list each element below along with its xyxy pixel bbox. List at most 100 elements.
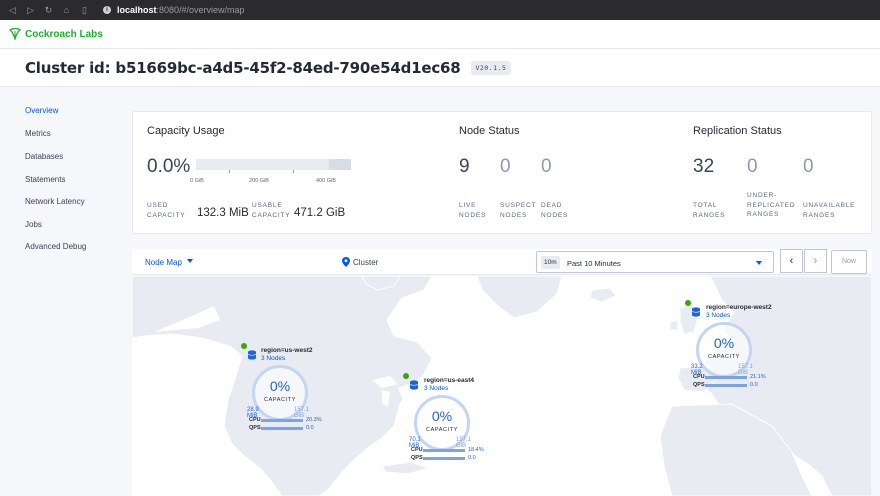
- region-qps-value: 0.0: [468, 455, 476, 461]
- location-pin-icon: [342, 257, 350, 267]
- sidebar-nav: Overview Metrics Databases Statements Ne…: [0, 87, 132, 496]
- site-info-icon[interactable]: i: [103, 6, 111, 14]
- region-cpu-value: 21.1%: [750, 374, 766, 380]
- replication-status-title: Replication Status: [693, 125, 782, 137]
- status-ok-icon: [403, 373, 409, 379]
- land-iceland: [589, 287, 617, 303]
- capacity-percent: 0.0%: [147, 156, 191, 177]
- cluster-summary-card: Capacity Usage 0.0% 0 GiB 200 GiB 400 Gi…: [132, 111, 872, 234]
- capacity-tick-mark: [293, 170, 294, 173]
- time-now-button[interactable]: Now: [831, 250, 867, 274]
- address-bar[interactable]: i localhost:8080/#/overview/map: [103, 5, 245, 15]
- region-cpu-value: 20.3%: [306, 417, 322, 423]
- time-range-badge: 10m: [541, 256, 560, 269]
- node-status-title: Node Status: [459, 125, 520, 137]
- capacity-label: CAPACITY: [264, 397, 296, 403]
- time-next-button[interactable]: ›: [804, 249, 827, 273]
- cockroach-logo[interactable]: Cockroach Labs: [9, 28, 103, 40]
- sidebar-item-network-latency[interactable]: Network Latency: [25, 197, 85, 206]
- node-map-dropdown[interactable]: Node Map: [145, 258, 182, 267]
- capacity-bar-reserved: [329, 159, 351, 170]
- live-nodes-label: LIVE NODES: [459, 202, 487, 219]
- land-caribbean: [381, 461, 430, 475]
- cpu-label: CPU: [693, 374, 705, 380]
- qps-label: QPS: [693, 382, 705, 388]
- region-node-count: 3 Nodes: [424, 385, 449, 392]
- url-host: localhost: [117, 5, 157, 15]
- sidebar-item-overview[interactable]: Overview: [25, 106, 58, 115]
- region-cpu-value: 18.4%: [468, 447, 484, 453]
- region-node-count: 3 Nodes: [261, 355, 286, 362]
- region-qps-value: 0.0: [306, 425, 314, 431]
- capacity-label: CAPACITY: [426, 427, 458, 433]
- usable-capacity-label: USABLE CAPACITY: [252, 202, 291, 219]
- region-qps-value: 0.0: [750, 382, 758, 388]
- total-ranges-label: TOTAL RANGES: [693, 202, 726, 219]
- capacity-tick-200: 200 GiB: [249, 178, 269, 184]
- chevron-down-icon: [756, 261, 762, 265]
- used-capacity-label: USED CAPACITY: [147, 202, 186, 219]
- capacity-tick-0: 0 GiB: [190, 178, 204, 184]
- sidebar-item-databases[interactable]: Databases: [25, 152, 63, 161]
- live-nodes-count: 9: [459, 156, 470, 177]
- capacity-label: CAPACITY: [708, 354, 740, 360]
- bookmark-icon[interactable]: ▯: [80, 5, 89, 16]
- cpu-sparkline: [705, 376, 747, 379]
- sidebar-item-advanced-debug[interactable]: Advanced Debug: [25, 242, 86, 251]
- time-prev-button[interactable]: ‹: [780, 249, 803, 273]
- land-ireland: [669, 319, 679, 331]
- time-range-select[interactable]: 10m Past 10 Minutes: [536, 251, 774, 273]
- land-greenland: [476, 276, 563, 319]
- unavailable-ranges-count: 0: [803, 156, 814, 177]
- sidebar-item-statements[interactable]: Statements: [25, 175, 65, 184]
- back-icon[interactable]: ◁: [8, 5, 17, 16]
- browser-toolbar: ◁ ▷ ↻ ⌂ ▯ i localhost:8080/#/overview/ma…: [0, 0, 880, 20]
- version-badge: V20.1.5: [470, 60, 512, 75]
- app-header: Cockroach Labs: [0, 20, 880, 49]
- qps-sparkline: [705, 384, 747, 387]
- node-map[interactable]: region=us-west2 3 Nodes 0% CAPACITY 28.9…: [132, 276, 872, 496]
- suspect-nodes-count: 0: [500, 156, 511, 177]
- total-ranges-count: 32: [693, 156, 715, 177]
- status-ok-icon: [685, 300, 691, 306]
- under-replicated-label: UNDER-REPLICATED RANGES: [747, 192, 796, 218]
- qps-label: QPS: [249, 425, 261, 431]
- used-capacity-value: 132.3 MiB: [197, 207, 249, 219]
- region-capacity-percent: 0%: [431, 408, 453, 424]
- cockroach-logo-icon: [9, 28, 21, 40]
- chevron-down-icon[interactable]: [187, 259, 193, 263]
- url-path: :8080/#/overview/map: [156, 5, 245, 15]
- sidebar-item-metrics[interactable]: Metrics: [25, 129, 51, 138]
- cpu-sparkline: [261, 419, 303, 422]
- cluster-id: Cluster id: b51669bc-a4d5-45f2-84ed-790e…: [25, 58, 461, 77]
- capacity-title: Capacity Usage: [147, 125, 225, 137]
- cpu-label: CPU: [249, 417, 261, 423]
- dead-nodes-count: 0: [541, 156, 552, 177]
- map-breadcrumb-cluster[interactable]: Cluster: [353, 258, 378, 267]
- database-icon: [691, 307, 701, 317]
- cpu-sparkline: [423, 449, 465, 452]
- region-name: region=europe-west2: [706, 304, 772, 311]
- database-icon: [247, 350, 257, 360]
- qps-sparkline: [423, 457, 465, 460]
- unavailable-ranges-label: UNAVAILABLE RANGES: [803, 202, 856, 219]
- time-range-label: Past 10 Minutes: [567, 259, 621, 268]
- status-ok-icon: [241, 343, 247, 349]
- reload-icon[interactable]: ↻: [44, 5, 53, 16]
- capacity-tick-400: 400 GiB: [316, 178, 336, 184]
- region-name: region=us-east4: [424, 377, 475, 384]
- region-name: region=us-west2: [261, 347, 313, 354]
- database-icon: [409, 380, 419, 390]
- region-node-count: 3 Nodes: [706, 312, 731, 319]
- dead-nodes-label: DEAD NODES: [541, 202, 569, 219]
- sidebar-item-jobs[interactable]: Jobs: [25, 220, 42, 229]
- cluster-header: Cluster id: b51669bc-a4d5-45f2-84ed-790e…: [0, 49, 880, 87]
- usable-capacity-value: 471.2 GiB: [294, 207, 346, 219]
- home-icon[interactable]: ⌂: [62, 5, 71, 15]
- qps-label: QPS: [411, 455, 423, 461]
- suspect-nodes-label: SUSPECT NODES: [500, 202, 537, 219]
- capacity-tick-mark: [229, 170, 230, 173]
- under-replicated-count: 0: [747, 156, 758, 177]
- region-capacity-percent: 0%: [269, 378, 291, 394]
- forward-icon[interactable]: ▷: [26, 5, 35, 16]
